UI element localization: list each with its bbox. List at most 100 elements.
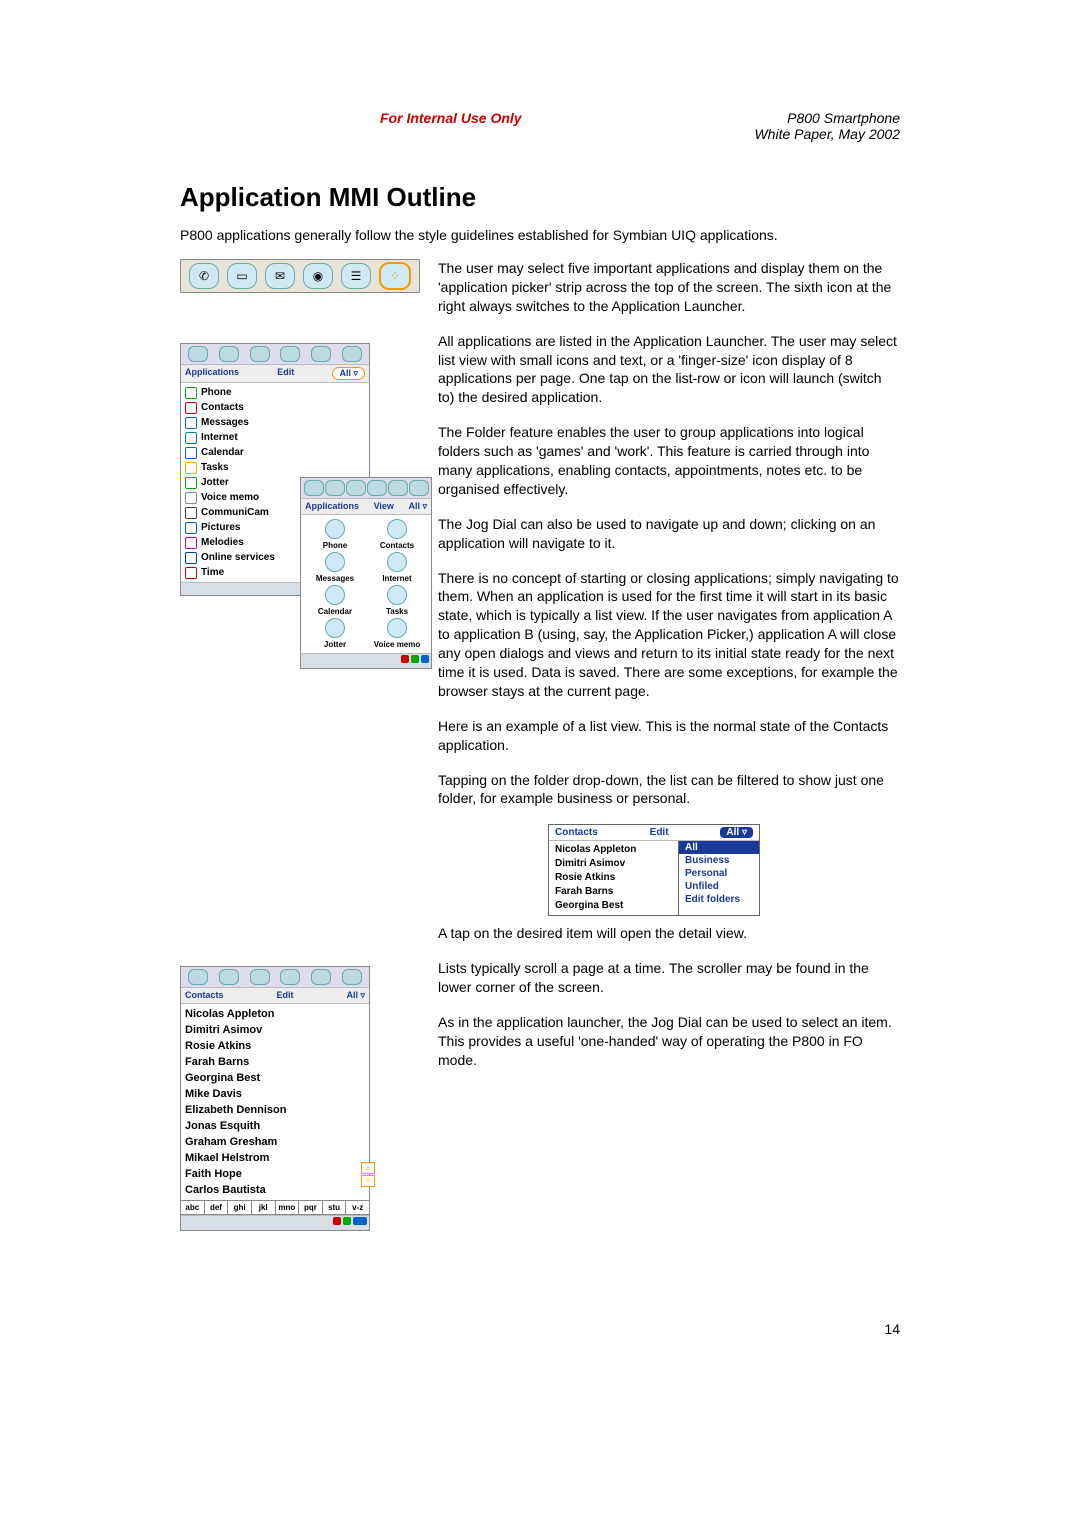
menu-edit[interactable]: Edit — [276, 990, 293, 1001]
list-item[interactable]: Calendar — [181, 445, 369, 460]
mini-icon[interactable] — [342, 969, 362, 985]
picker-messages-icon[interactable]: ✉ — [265, 263, 295, 289]
contact-row[interactable]: Georgina Best — [555, 899, 672, 913]
contact-row[interactable]: Mike Davis — [185, 1086, 365, 1102]
nav-right-icon[interactable] — [353, 1217, 367, 1225]
voicememo-icon — [185, 492, 197, 504]
header-date: White Paper, May 2002 — [754, 126, 900, 142]
body-paragraph: As in the application launcher, the Jog … — [438, 1013, 900, 1070]
alpha-tab[interactable]: mno — [276, 1201, 300, 1214]
contact-row[interactable]: Carlos Bautista — [185, 1182, 365, 1198]
alpha-tab[interactable]: pqr — [299, 1201, 323, 1214]
picker-contacts-icon[interactable]: ▭ — [227, 263, 257, 289]
page-number: 14 — [180, 1321, 900, 1337]
picker-phone-icon[interactable]: ✆ — [189, 263, 219, 289]
mini-contacts-icon[interactable] — [219, 346, 239, 362]
contact-row[interactable]: Nicolas Appleton — [185, 1006, 365, 1022]
folder-all-dropdown[interactable]: All ▿ — [720, 827, 753, 838]
folder-option[interactable]: Unfiled — [679, 880, 759, 893]
contact-row[interactable]: Faith Hope — [185, 1166, 365, 1182]
contact-row[interactable]: Nicolas Appleton — [555, 843, 672, 857]
body-paragraph: There is no concept of starting or closi… — [438, 569, 900, 701]
folder-option[interactable]: Business — [679, 854, 759, 867]
mini-icon[interactable] — [409, 480, 429, 496]
scroll-up-icon[interactable]: ▵ — [361, 1162, 375, 1174]
picker-internet-icon[interactable]: ◉ — [303, 263, 333, 289]
folder-option[interactable]: Edit folders — [679, 893, 759, 906]
grid-item[interactable]: Phone — [305, 519, 365, 550]
contact-row[interactable]: Rosie Atkins — [555, 871, 672, 885]
folder-option[interactable]: Personal — [679, 867, 759, 880]
menu-contacts[interactable]: Contacts — [555, 827, 598, 838]
list-label: Internet — [201, 430, 238, 445]
mini-icon[interactable] — [388, 480, 408, 496]
contact-row[interactable]: Dimitri Asimov — [185, 1022, 365, 1038]
body-paragraph: All applications are listed in the Appli… — [438, 332, 900, 408]
alpha-tab[interactable]: stu — [323, 1201, 347, 1214]
list-label: Pictures — [201, 520, 240, 535]
folder-all-dropdown[interactable]: All ▿ — [408, 501, 427, 512]
messages-icon — [185, 417, 197, 429]
mini-launcher-icon[interactable] — [342, 346, 362, 362]
contact-row[interactable]: Farah Barns — [185, 1054, 365, 1070]
nav-ok-icon[interactable] — [343, 1217, 351, 1225]
page-title: Application MMI Outline — [180, 182, 900, 213]
grid-item[interactable]: Messages — [305, 552, 365, 583]
contact-row[interactable]: Dimitri Asimov — [555, 857, 672, 871]
list-item[interactable]: Contacts — [181, 400, 369, 415]
scroll-down-icon[interactable]: ▿ — [361, 1175, 375, 1187]
menu-contacts[interactable]: Contacts — [185, 990, 224, 1001]
list-label: Contacts — [201, 400, 244, 415]
internet-icon — [185, 432, 197, 444]
contact-row[interactable]: Georgina Best — [185, 1070, 365, 1086]
menu-edit[interactable]: Edit — [650, 827, 669, 838]
mini-icon[interactable] — [346, 480, 366, 496]
header-internal-use: For Internal Use Only — [180, 110, 754, 142]
mini-icon[interactable] — [188, 969, 208, 985]
contact-row[interactable]: Jonas Esquith — [185, 1118, 365, 1134]
list-item[interactable]: Tasks — [181, 460, 369, 475]
folder-all-dropdown[interactable]: All ▿ — [346, 990, 365, 1001]
mini-icon[interactable] — [325, 480, 345, 496]
mini-icon[interactable] — [250, 969, 270, 985]
pictures-icon — [185, 522, 197, 534]
page-scroller[interactable]: ▵ ▿ — [361, 1162, 373, 1188]
grid-item[interactable]: Contacts — [367, 519, 427, 550]
tasks-icon — [387, 585, 407, 605]
alpha-tab[interactable]: ghi — [228, 1201, 252, 1214]
menu-view[interactable]: View — [374, 501, 394, 512]
menu-edit[interactable]: Edit — [277, 367, 294, 380]
contact-row[interactable]: Elizabeth Dennison — [185, 1102, 365, 1118]
mini-messages-icon[interactable] — [250, 346, 270, 362]
mini-icon[interactable] — [367, 480, 387, 496]
alpha-tab[interactable]: jkl — [252, 1201, 276, 1214]
alpha-tab[interactable]: abc — [181, 1201, 205, 1214]
contact-row[interactable]: Farah Barns — [555, 885, 672, 899]
mini-icon[interactable] — [304, 480, 324, 496]
list-item[interactable]: Phone — [181, 385, 369, 400]
list-item[interactable]: Messages — [181, 415, 369, 430]
folder-option[interactable]: All — [679, 841, 759, 854]
mini-icon[interactable] — [219, 969, 239, 985]
folder-all-dropdown[interactable]: All ▿ — [332, 367, 365, 380]
menu-applications[interactable]: Applications — [305, 501, 359, 512]
picker-launcher-icon[interactable]: ⁘ — [379, 262, 411, 290]
tasks-icon — [185, 462, 197, 474]
list-label: Online services — [201, 550, 275, 565]
grid-item[interactable]: Internet — [367, 552, 427, 583]
alpha-tab[interactable]: def — [205, 1201, 229, 1214]
mini-icon[interactable] — [280, 969, 300, 985]
contact-row[interactable]: Rosie Atkins — [185, 1038, 365, 1054]
alpha-tab[interactable]: v-z — [346, 1201, 369, 1214]
contact-row[interactable]: Graham Gresham — [185, 1134, 365, 1150]
contact-row[interactable]: Mikael Helstrom — [185, 1150, 365, 1166]
mini-phone-icon[interactable] — [188, 346, 208, 362]
mini-icon[interactable] — [311, 969, 331, 985]
list-item[interactable]: Internet — [181, 430, 369, 445]
menu-applications[interactable]: Applications — [185, 367, 239, 380]
nav-left-icon[interactable] — [333, 1217, 341, 1225]
grid-label: Contacts — [380, 541, 414, 550]
mini-calendar-icon[interactable] — [311, 346, 331, 362]
mini-internet-icon[interactable] — [280, 346, 300, 362]
picker-calendar-icon[interactable]: ☰ — [341, 263, 371, 289]
